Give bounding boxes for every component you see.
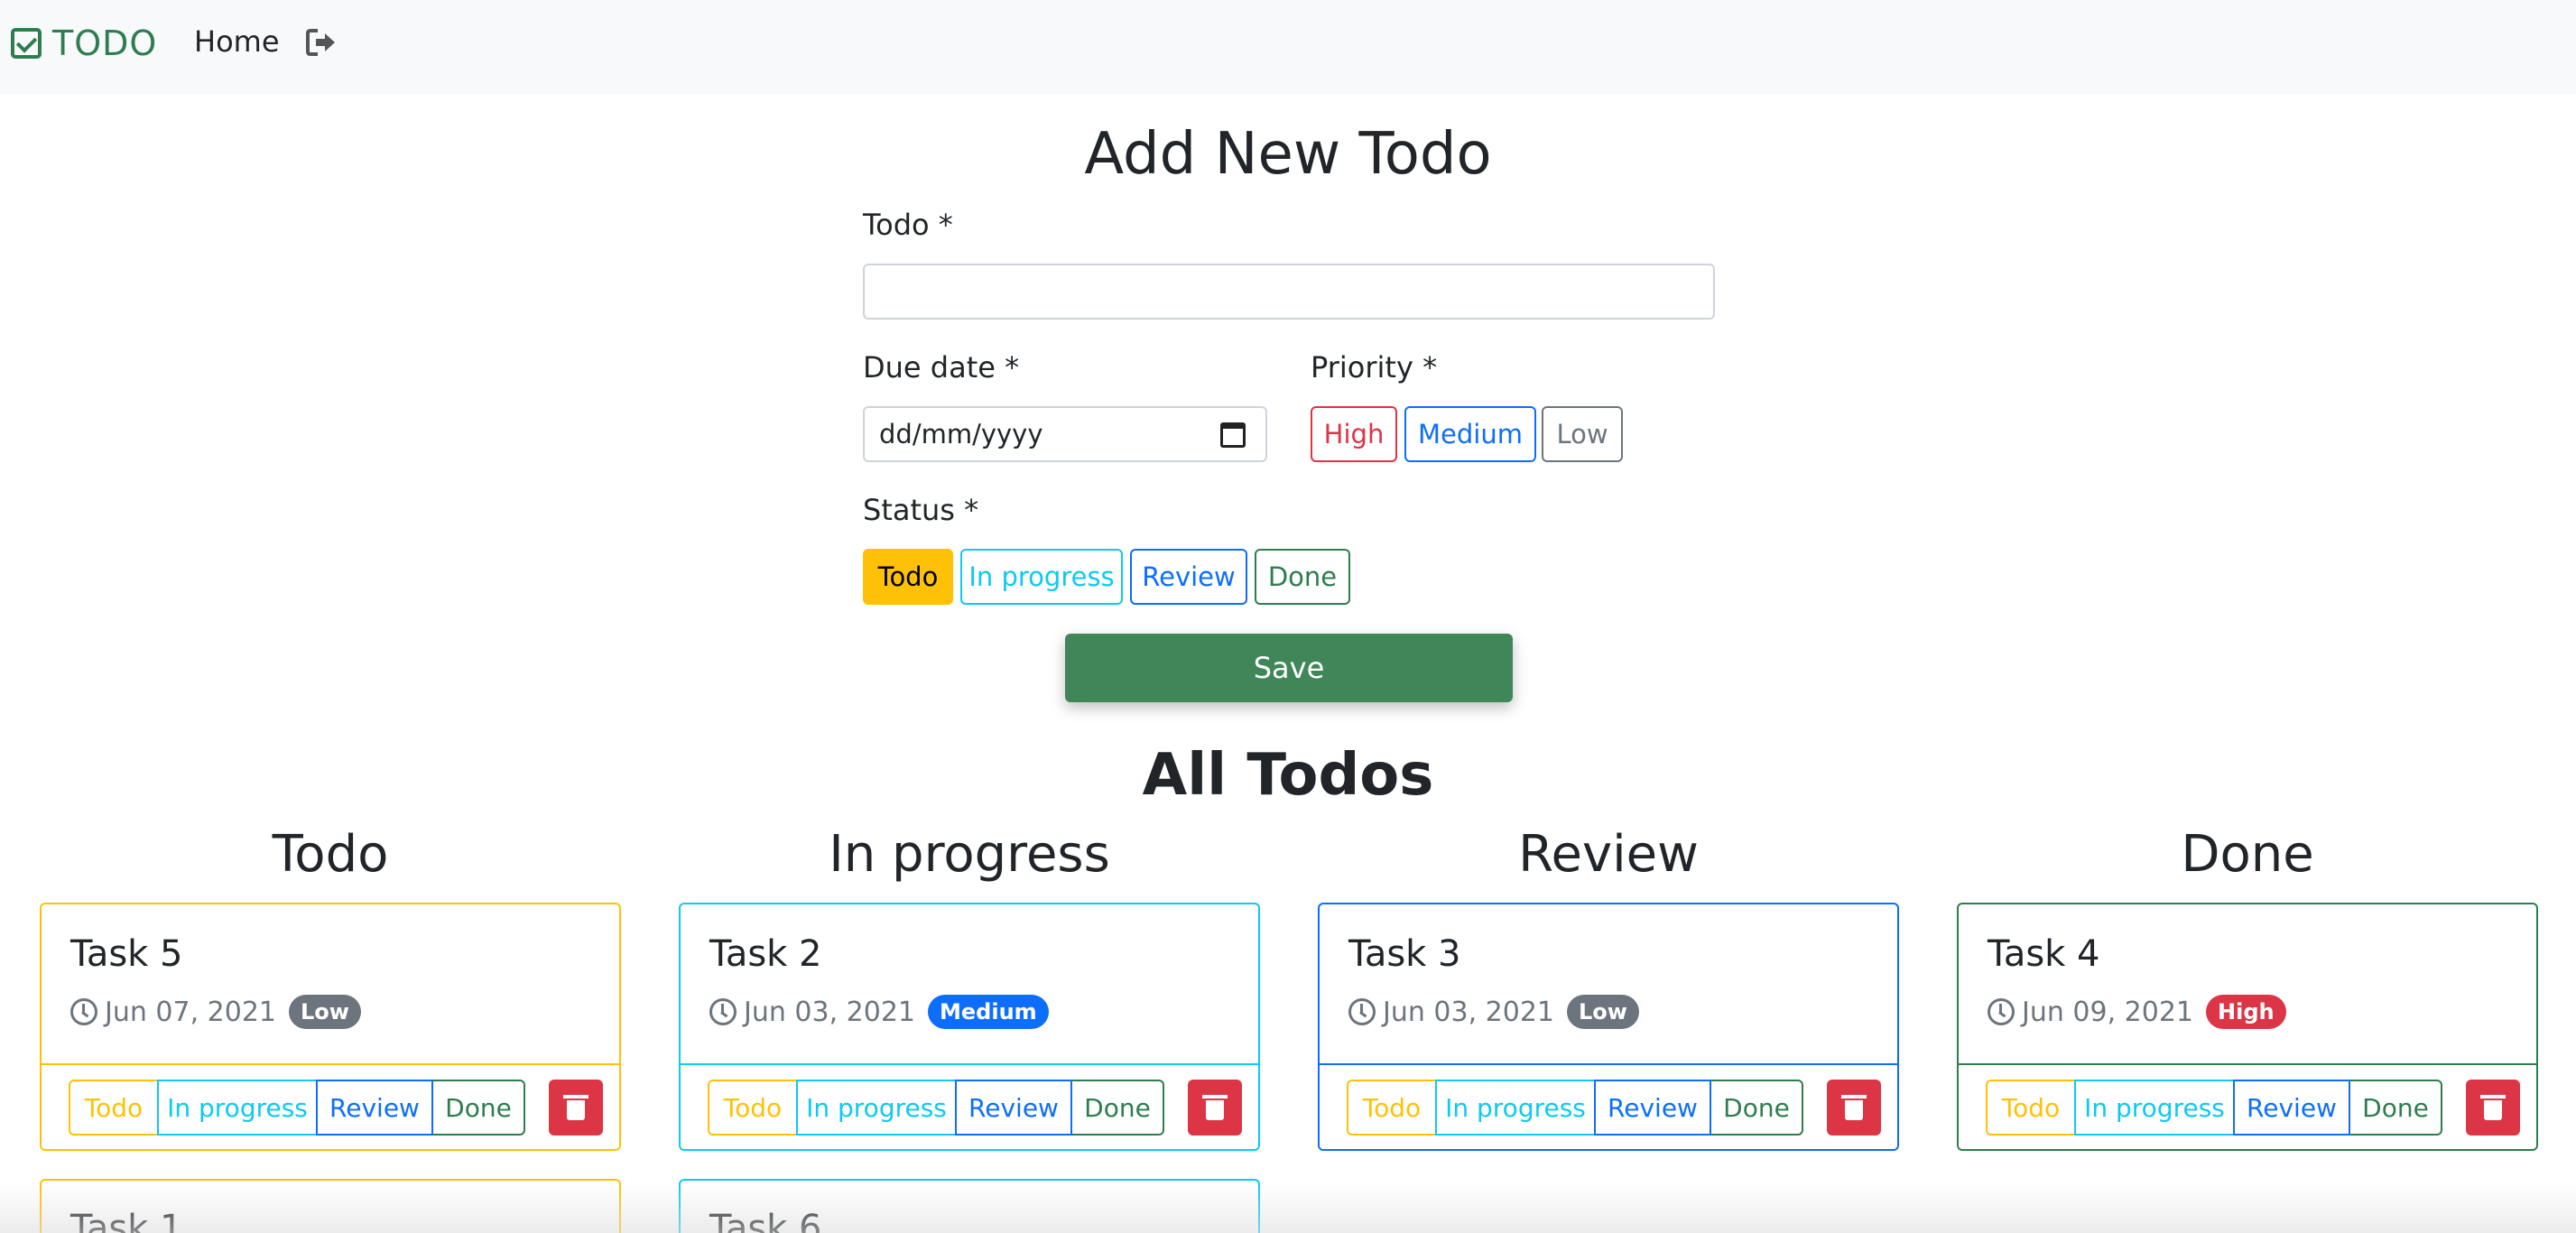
card-actions: Todo In progress Review Done xyxy=(42,1063,619,1149)
move-review-button[interactable]: Review xyxy=(316,1080,433,1136)
todo-card: Task 5 Jun 07, 2021 Low Todo In progress… xyxy=(40,903,621,1151)
clock-icon xyxy=(70,998,97,1025)
check-square-icon xyxy=(11,28,42,59)
status-review-button[interactable]: Review xyxy=(1130,549,1247,605)
card-due-date: Jun 03, 2021 Medium xyxy=(709,995,1049,1029)
delete-button[interactable] xyxy=(1188,1080,1242,1136)
nav-home-link[interactable]: Home xyxy=(194,24,280,59)
brand-link[interactable]: TODO xyxy=(11,23,157,63)
delete-button[interactable] xyxy=(1827,1080,1881,1136)
column-title-todo: Todo xyxy=(272,825,389,884)
status-button-group: Todo In progress Review Done xyxy=(69,1080,525,1136)
move-in-progress-button[interactable]: In progress xyxy=(796,1080,957,1136)
todo-card: Task 1 xyxy=(40,1179,621,1233)
card-due-date: Jun 03, 2021 Low xyxy=(1348,995,1639,1029)
delete-button[interactable] xyxy=(549,1080,603,1136)
card-actions: Todo In progress Review Done xyxy=(1320,1063,1897,1149)
card-title: Task 3 xyxy=(1348,933,1461,975)
trash-icon xyxy=(1841,1095,1867,1120)
sign-out-icon[interactable] xyxy=(305,27,338,58)
card-title: Task 6 xyxy=(709,1208,822,1233)
status-button-group: Todo In progress Review Done xyxy=(1347,1080,1803,1136)
move-done-button[interactable]: Done xyxy=(2349,1080,2442,1136)
card-title: Task 4 xyxy=(1988,933,2100,975)
trash-icon xyxy=(563,1095,588,1120)
card-actions: Todo In progress Review Done xyxy=(1959,1063,2536,1149)
page-title: Add New Todo xyxy=(1084,121,1492,188)
brand-text: TODO xyxy=(52,23,158,63)
trash-icon xyxy=(2480,1095,2506,1120)
column-title-done: Done xyxy=(2181,825,2314,884)
card-title: Task 5 xyxy=(70,933,183,975)
priority-badge: Medium xyxy=(928,995,1049,1029)
save-button[interactable]: Save xyxy=(1065,634,1513,702)
move-review-button[interactable]: Review xyxy=(955,1080,1072,1136)
column-title-review: Review xyxy=(1518,825,1699,884)
priority-badge: Low xyxy=(289,995,361,1029)
delete-button[interactable] xyxy=(2466,1080,2520,1136)
move-done-button[interactable]: Done xyxy=(1710,1080,1803,1136)
card-date-text: Jun 09, 2021 xyxy=(2022,996,2194,1028)
priority-badge: High xyxy=(2206,995,2286,1029)
clock-icon xyxy=(709,998,737,1025)
todo-label: Todo * xyxy=(863,208,953,242)
navbar: TODO Home xyxy=(0,0,2576,94)
status-button-group: Todo In progress Review Done xyxy=(708,1080,1164,1136)
status-label: Status * xyxy=(863,493,979,527)
card-due-date: Jun 09, 2021 High xyxy=(1988,995,2286,1029)
move-review-button[interactable]: Review xyxy=(1594,1080,1711,1136)
move-todo-button[interactable]: Todo xyxy=(708,1080,798,1136)
due-date-label: Due date * xyxy=(863,350,1020,385)
move-done-button[interactable]: Done xyxy=(1070,1080,1164,1136)
card-title: Task 1 xyxy=(70,1208,183,1233)
move-in-progress-button[interactable]: In progress xyxy=(157,1080,318,1136)
move-todo-button[interactable]: Todo xyxy=(1347,1080,1437,1136)
priority-label: Priority * xyxy=(1311,350,1438,385)
due-date-placeholder: dd/mm/yyyy xyxy=(879,419,1043,450)
todo-card: Task 3 Jun 03, 2021 Low Todo In progress… xyxy=(1318,903,1899,1151)
move-done-button[interactable]: Done xyxy=(431,1080,525,1136)
move-todo-button[interactable]: Todo xyxy=(1986,1080,2076,1136)
card-date-text: Jun 03, 2021 xyxy=(744,996,916,1028)
card-title: Task 2 xyxy=(709,933,822,975)
move-review-button[interactable]: Review xyxy=(2233,1080,2350,1136)
board-title: All Todos xyxy=(1142,742,1434,809)
calendar-icon[interactable] xyxy=(1220,422,1246,448)
due-date-input[interactable]: dd/mm/yyyy xyxy=(863,406,1267,462)
card-date-text: Jun 07, 2021 xyxy=(105,996,277,1028)
priority-high-button[interactable]: High xyxy=(1311,406,1397,462)
move-in-progress-button[interactable]: In progress xyxy=(2074,1080,2235,1136)
status-todo-button[interactable]: Todo xyxy=(863,549,953,605)
priority-low-button[interactable]: Low xyxy=(1542,406,1623,462)
priority-badge: Low xyxy=(1567,995,1639,1029)
card-due-date: Jun 07, 2021 Low xyxy=(70,995,361,1029)
todo-card: Task 6 xyxy=(679,1179,1260,1233)
status-button-group: Todo In progress Review Done xyxy=(1986,1080,2442,1136)
clock-icon xyxy=(1988,998,2015,1025)
move-in-progress-button[interactable]: In progress xyxy=(1435,1080,1596,1136)
clock-icon xyxy=(1348,998,1376,1025)
column-title-in-progress: In progress xyxy=(829,825,1110,884)
status-in-progress-button[interactable]: In progress xyxy=(960,549,1123,605)
card-actions: Todo In progress Review Done xyxy=(681,1063,1258,1149)
trash-icon xyxy=(1202,1095,1228,1120)
todo-input[interactable] xyxy=(863,264,1715,320)
priority-medium-button[interactable]: Medium xyxy=(1404,406,1536,462)
todo-card: Task 2 Jun 03, 2021 Medium Todo In progr… xyxy=(679,903,1260,1151)
status-done-button[interactable]: Done xyxy=(1255,549,1350,605)
card-date-text: Jun 03, 2021 xyxy=(1383,996,1555,1028)
todo-card: Task 4 Jun 09, 2021 High Todo In progres… xyxy=(1957,903,2538,1151)
move-todo-button[interactable]: Todo xyxy=(69,1080,159,1136)
